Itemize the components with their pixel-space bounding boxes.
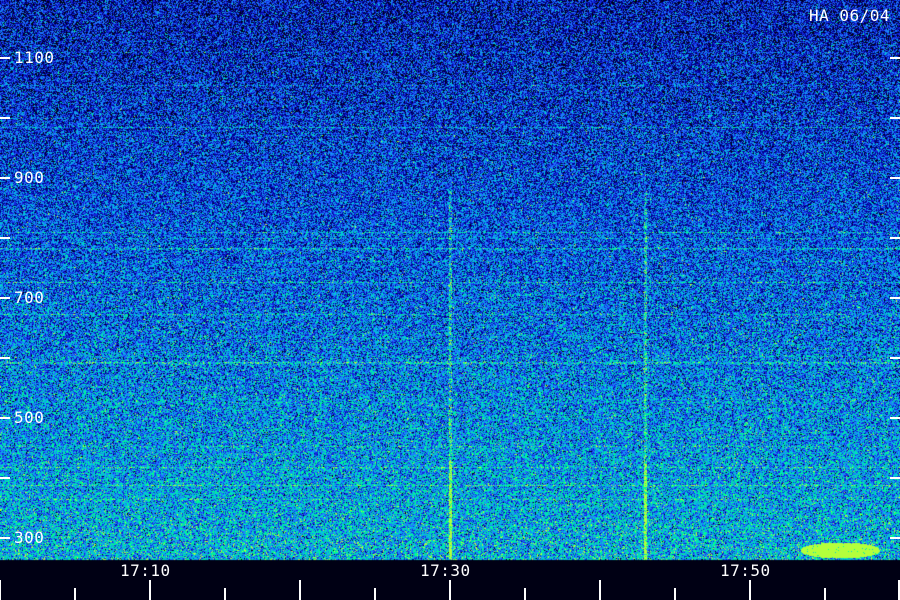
chart-overlay: HA 06/04 1100 900 700 500 300 17:10 17:30 17:50	[0, 0, 900, 600]
x-tick-label: 17:30	[420, 561, 471, 580]
y-tick-right	[890, 477, 900, 479]
x-tick	[224, 588, 226, 600]
x-tick	[824, 588, 826, 600]
y-tick-label: 300	[14, 528, 45, 547]
y-tick-left	[0, 57, 10, 59]
y-tick-left	[0, 117, 10, 119]
x-tick	[74, 588, 76, 600]
chart-title: HA 06/04	[808, 6, 890, 25]
x-tick	[749, 580, 751, 600]
y-tick-right	[890, 357, 900, 359]
y-tick-label: 700	[14, 288, 45, 307]
x-tick	[299, 580, 301, 600]
y-tick-right	[890, 177, 900, 179]
y-tick-left	[0, 477, 10, 479]
x-tick	[0, 580, 1, 600]
y-tick-right	[890, 297, 900, 299]
y-tick-left	[0, 297, 10, 299]
x-tick	[599, 580, 601, 600]
x-tick-label: 17:50	[720, 561, 771, 580]
y-tick-label: 1100	[14, 48, 55, 67]
y-tick-right	[890, 117, 900, 119]
x-tick	[524, 588, 526, 600]
y-tick-right	[890, 237, 900, 239]
x-tick	[374, 588, 376, 600]
y-tick-left	[0, 177, 10, 179]
y-tick-label: 500	[14, 408, 45, 427]
y-tick-left	[0, 237, 10, 239]
y-tick-right	[890, 57, 900, 59]
x-tick	[149, 580, 151, 600]
y-tick-right	[890, 417, 900, 419]
y-tick-left	[0, 537, 10, 539]
x-tick	[449, 580, 451, 600]
y-tick-left	[0, 357, 10, 359]
y-tick-right	[890, 537, 900, 539]
x-tick	[674, 588, 676, 600]
y-tick-label: 900	[14, 168, 45, 187]
y-tick-left	[0, 417, 10, 419]
x-tick-label: 17:10	[120, 561, 171, 580]
